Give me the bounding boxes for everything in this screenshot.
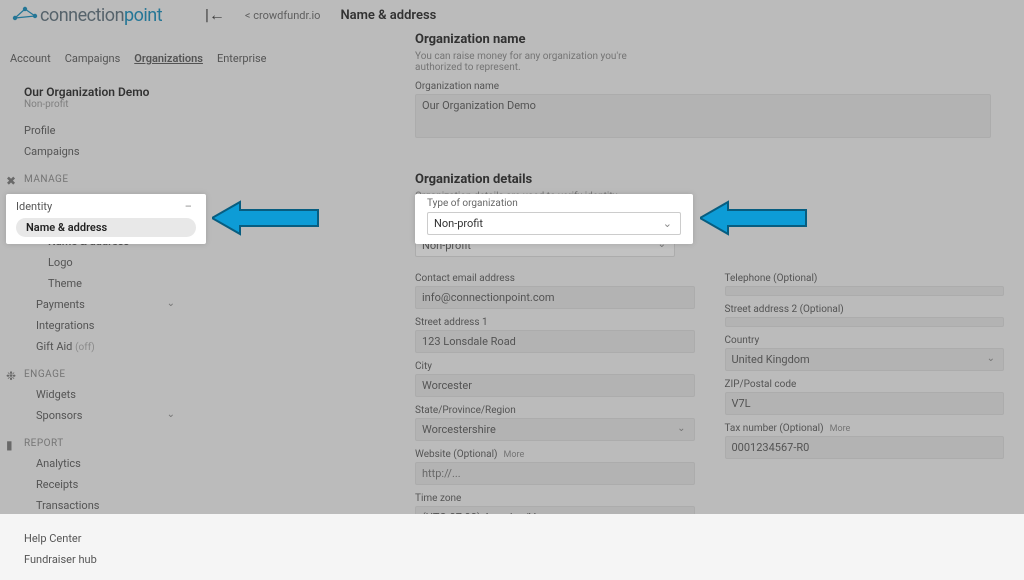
country-label: Country: [725, 335, 1005, 346]
sidebar-section-engage: ❉ ENGAGE: [10, 357, 185, 384]
zip-input[interactable]: V7L: [725, 392, 1005, 415]
sidebar-item-payments[interactable]: Payments: [10, 294, 185, 315]
highlight-sidebar-identity: Identity – Name & address: [6, 194, 206, 244]
tab-organizations[interactable]: Organizations: [134, 52, 203, 65]
state-label: State/Province/Region: [415, 405, 695, 416]
street2-input[interactable]: [725, 317, 1005, 327]
sidebar-item-help-center[interactable]: Help Center: [10, 528, 185, 549]
sidebar-item-profile[interactable]: Profile: [10, 120, 185, 141]
organization-name-desc: You can raise money for any organization…: [415, 51, 675, 73]
street1-input[interactable]: 123 Lonsdale Road: [415, 330, 695, 353]
wrench-icon: ✖: [6, 174, 17, 188]
state-select[interactable]: Worcestershire: [415, 418, 695, 441]
org-name: Our Organization Demo: [24, 85, 185, 99]
sidebar-section-report: ▮ REPORT: [10, 426, 185, 453]
highlight-type-label: Type of organization: [427, 198, 681, 209]
engage-icon: ❉: [6, 369, 17, 383]
tab-account[interactable]: Account: [10, 52, 51, 65]
highlight-type-select[interactable]: Non-profit: [427, 212, 681, 235]
sidebar-item-sponsors[interactable]: Sponsors: [10, 405, 185, 426]
logo: connectionpoint: [10, 4, 195, 26]
zip-label: ZIP/Postal code: [725, 379, 1005, 390]
timezone-select[interactable]: (UTC-07:00) America/Vancouver: [415, 506, 695, 514]
phone-input[interactable]: [725, 286, 1005, 296]
sidebar-item-receipts[interactable]: Receipts: [10, 474, 185, 495]
city-label: City: [415, 361, 695, 372]
sidebar-item-transactions[interactable]: Transactions: [10, 495, 185, 516]
email-label: Contact email address: [415, 273, 695, 284]
sidebar-item-theme[interactable]: Theme: [10, 273, 185, 294]
sidebar-item-logo[interactable]: Logo: [10, 252, 185, 273]
website-input[interactable]: [415, 462, 695, 485]
website-label: Website (Optional)More: [415, 449, 695, 460]
arrow-left-icon: [212, 198, 322, 238]
sidebar-item-analytics[interactable]: Analytics: [10, 453, 185, 474]
country-select[interactable]: United Kingdom: [725, 348, 1005, 371]
tab-campaigns[interactable]: Campaigns: [65, 52, 121, 65]
organization-name-title: Organization name: [415, 32, 1004, 47]
highlight-identity-label[interactable]: Identity –: [16, 198, 196, 215]
logo-icon: [10, 4, 40, 24]
chart-icon: ▮: [6, 438, 13, 452]
organization-details-title: Organization details: [415, 172, 1004, 187]
email-input[interactable]: info@connectionpoint.com: [415, 286, 695, 309]
arrow-right-icon: [700, 198, 810, 238]
timezone-label: Time zone: [415, 493, 695, 504]
organization-name-input[interactable]: [415, 94, 991, 138]
sidebar-item-widgets[interactable]: Widgets: [10, 384, 185, 405]
sidebar-item-campaigns[interactable]: Campaigns: [10, 141, 185, 162]
street2-label: Street address 2 (Optional): [725, 304, 1005, 315]
sidebar-item-integrations[interactable]: Integrations: [10, 315, 185, 336]
sidebar-item-fundraiser-hub[interactable]: Fundraiser hub: [10, 549, 185, 570]
highlight-type-of-organization: Type of organization Non-profit: [415, 194, 693, 244]
tax-input[interactable]: 0001234567-R0: [725, 436, 1005, 459]
organization-name-label: Organization name: [415, 81, 1004, 92]
street1-label: Street address 1: [415, 317, 695, 328]
highlight-name-address[interactable]: Name & address: [16, 218, 196, 237]
sidebar-section-manage: ✖ MANAGE: [10, 162, 185, 189]
city-input[interactable]: Worcester: [415, 374, 695, 397]
phone-label: Telephone (Optional): [725, 273, 1005, 284]
tax-label: Tax number (Optional)More: [725, 423, 1005, 434]
sidebar-item-gift-aid[interactable]: Gift Aid (off): [10, 336, 185, 357]
org-type: Non-profit: [24, 99, 185, 110]
